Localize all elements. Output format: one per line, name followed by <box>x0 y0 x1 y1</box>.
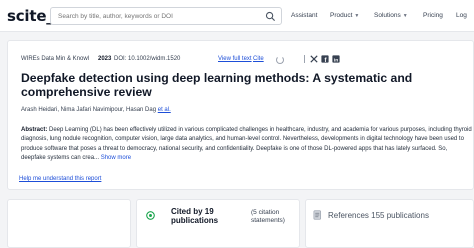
view-full-text-link[interactable]: View full text <box>218 56 252 62</box>
nav-assistant[interactable]: Assistant <box>291 12 317 19</box>
cited-by-panel[interactable]: Cited by 19 publications (5 citation sta… <box>136 199 300 248</box>
left-panel <box>7 199 131 248</box>
nav-login-label: Log <box>456 12 467 19</box>
svg-text:in: in <box>334 57 338 63</box>
nav-pricing[interactable]: Pricing <box>423 12 443 19</box>
divider <box>304 55 305 63</box>
loading-spinner-icon <box>276 56 284 64</box>
quote-bubble-icon <box>146 211 155 220</box>
nav-product[interactable]: Product ▼ <box>330 12 359 19</box>
publication-year: 2023 <box>98 56 112 62</box>
authors-text[interactable]: Arash Heidari, Nima Jafari Navimipour, H… <box>21 107 156 113</box>
scite-logo[interactable]: scite_ <box>7 7 54 25</box>
citation-statements-count[interactable]: (5 citation statements) <box>251 209 299 225</box>
document-icon <box>313 210 322 220</box>
help-understand-link[interactable]: Help me understand this report <box>19 176 101 182</box>
abstract-label: Abstract: <box>21 127 48 133</box>
references-count[interactable]: References 155 publications <box>328 211 429 220</box>
top-navigation-bar: scite_ Assistant Product▼ Solutions▼ Pri… <box>0 0 474 32</box>
nav-product-label: Product <box>330 12 353 19</box>
chevron-down-icon: ▼ <box>354 13 360 19</box>
chevron-down-icon: ▼ <box>402 13 408 19</box>
references-panel[interactable]: References 155 publications <box>305 199 474 248</box>
paper-card: WIREs Data Min & Knowl 2023 DOI: 10.1002… <box>7 40 474 190</box>
search-icon[interactable] <box>265 11 276 22</box>
doi-text: DOI: 10.1002/widm.1520 <box>114 56 181 62</box>
cited-by-count[interactable]: Cited by 19 publications <box>171 207 245 225</box>
search-input[interactable] <box>58 10 258 22</box>
twitter-icon[interactable] <box>310 55 318 63</box>
author-list: Arash Heidari, Nima Jafari Navimipour, H… <box>21 107 171 113</box>
nav-solutions[interactable]: Solutions ▼ <box>374 12 408 19</box>
facebook-icon[interactable]: f <box>321 55 329 64</box>
cite-link[interactable]: Cite <box>253 56 264 62</box>
abstract: Abstract: Deep Learning (DL) has been ef… <box>21 126 473 163</box>
journal-name[interactable]: WIREs Data Min & Knowl <box>21 56 89 62</box>
search-box[interactable] <box>50 7 282 25</box>
nav-solutions-label: Solutions <box>374 12 401 19</box>
abstract-text: Deep Learning (DL) has been effectively … <box>21 127 472 161</box>
nav-pricing-label: Pricing <box>423 12 443 19</box>
nav-login[interactable]: Log <box>456 12 467 19</box>
et-al-link[interactable]: et al. <box>158 107 171 113</box>
linkedin-icon[interactable]: in <box>332 55 340 63</box>
show-more-link[interactable]: Show more <box>101 155 131 161</box>
paper-title: Deepfake detection using deep learning m… <box>21 71 413 99</box>
nav-assistant-label: Assistant <box>291 12 318 19</box>
